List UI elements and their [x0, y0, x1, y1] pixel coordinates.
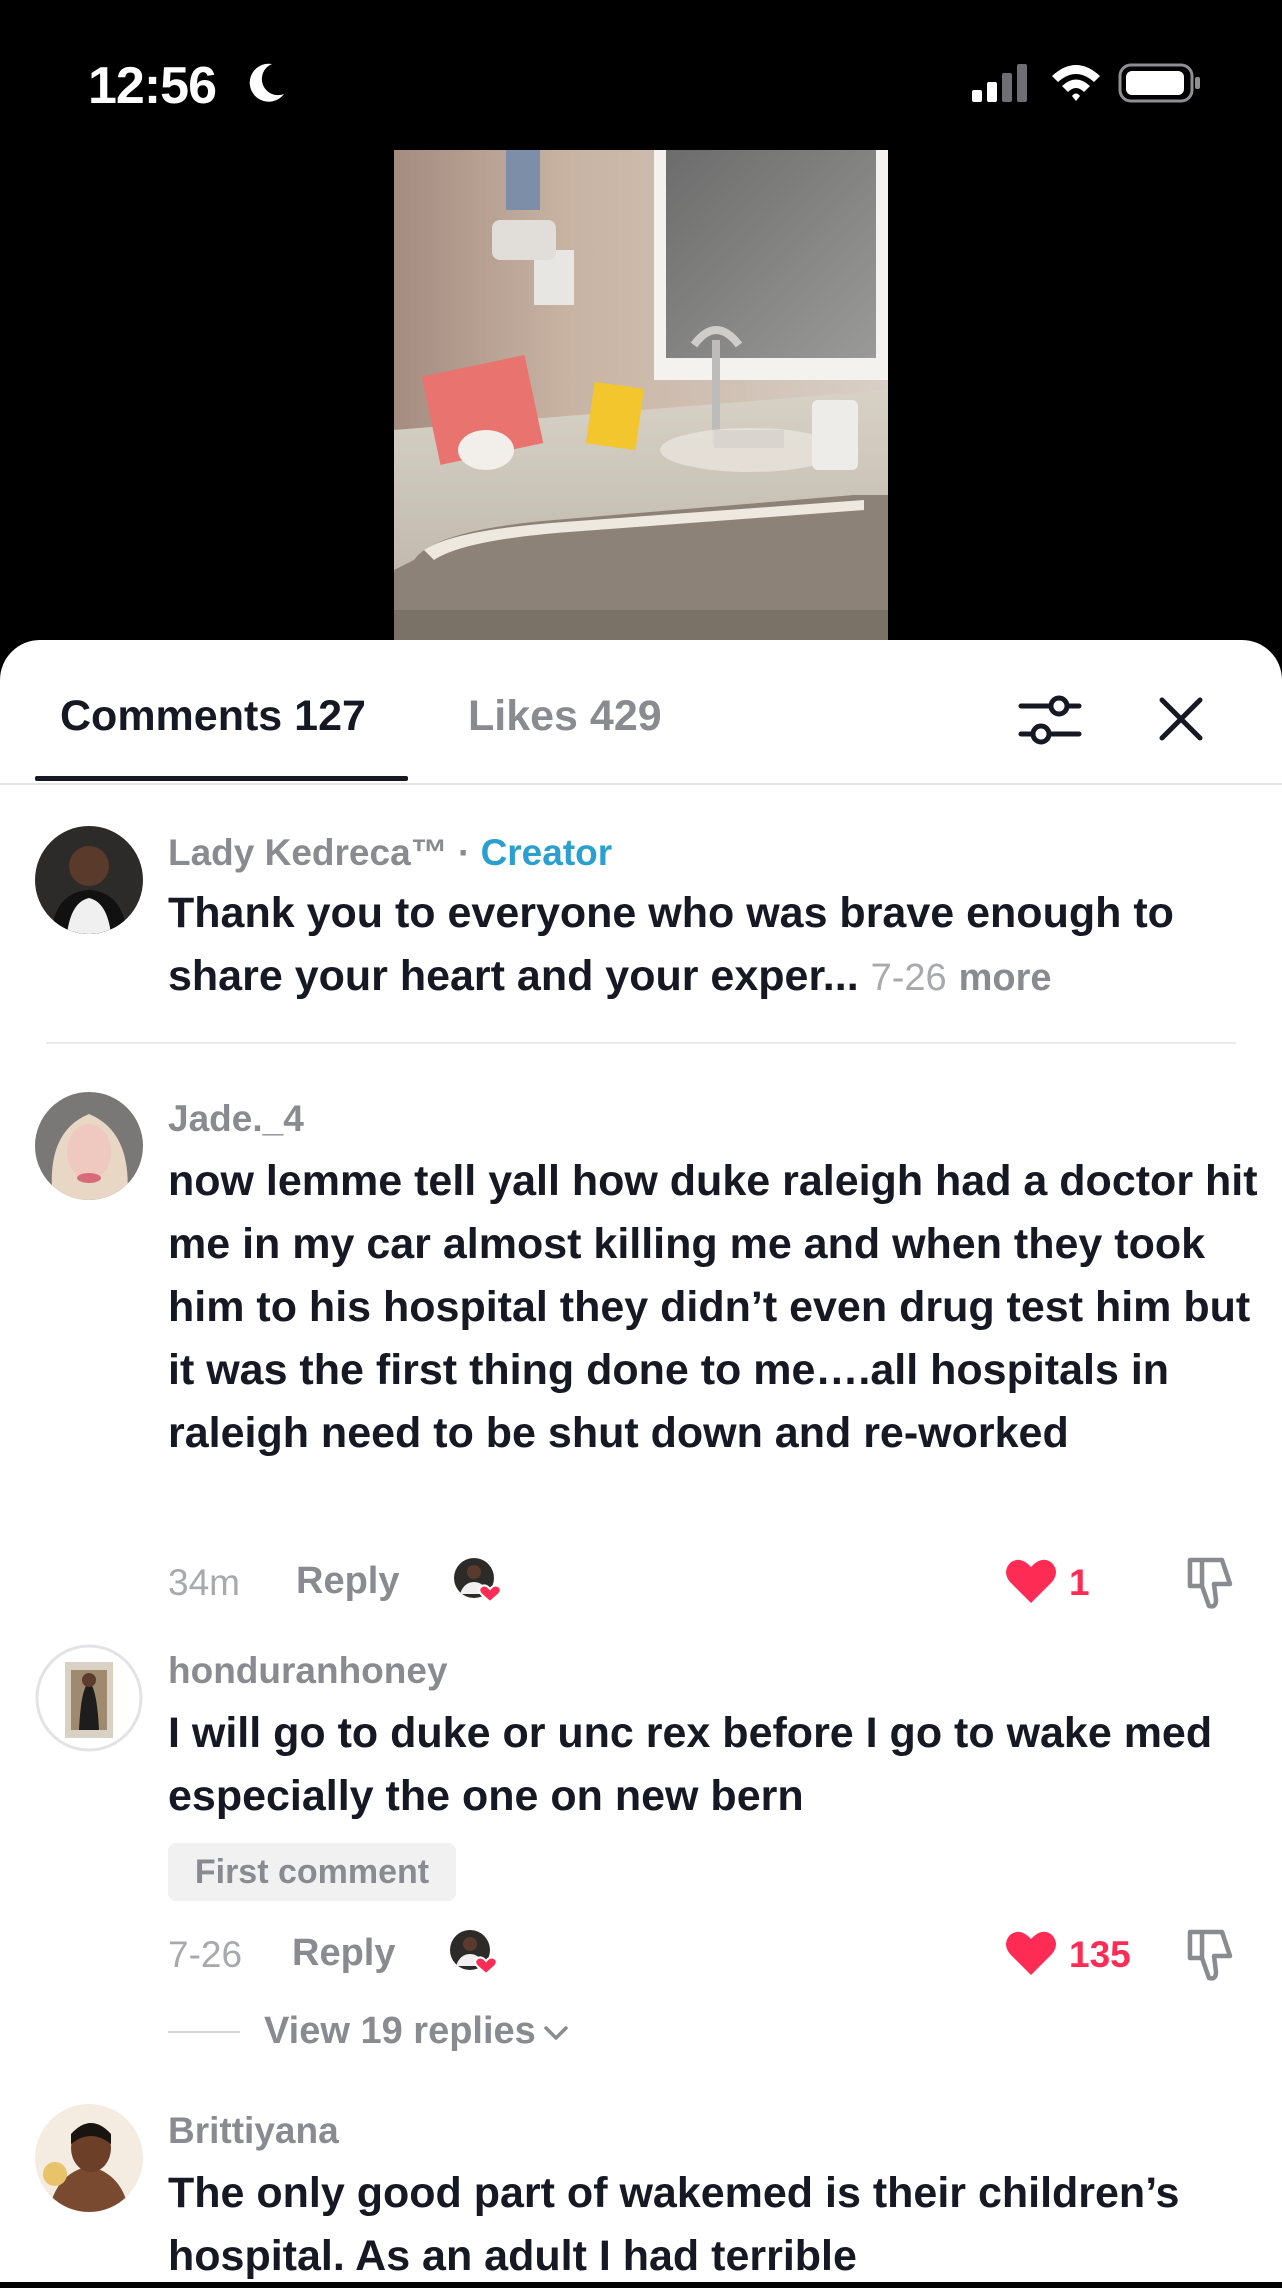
comment-text: now lemme tell yall how duke raleigh had… [168, 1157, 1258, 1457]
avatar[interactable] [35, 1644, 143, 1752]
username-separator: · [447, 832, 481, 873]
comment-date: 7-26 [870, 957, 947, 999]
battery-icon [1118, 63, 1200, 103]
chevron-down-icon [544, 2026, 568, 2040]
video-preview[interactable] [394, 150, 888, 640]
like-count: 135 [1069, 1934, 1131, 1975]
heart-icon[interactable] [1004, 1555, 1058, 1605]
tab-likes[interactable]: Likes 429 [468, 692, 662, 741]
avatar-image [35, 826, 143, 934]
heart-icon[interactable] [1004, 1927, 1058, 1977]
comment-username[interactable]: Brittiyana [168, 2110, 339, 2152]
video-thumbnail-image [394, 150, 888, 640]
comment-time: 7-26 [168, 1934, 243, 1975]
comment-username[interactable]: Lady Kedreca™ · Creator [168, 832, 612, 874]
comment-time: 34m [168, 1562, 240, 1603]
avatar-image [35, 2104, 143, 2212]
active-tab-indicator [35, 776, 408, 781]
comment-username[interactable]: honduranhoney [168, 1650, 448, 1692]
sliders-filter-icon[interactable] [1015, 688, 1085, 752]
avatar-image [35, 1644, 143, 1752]
first-comment-badge: First comment [168, 1843, 456, 1901]
view-replies-label: View 19 replies [264, 2010, 536, 2052]
comment-username[interactable]: Jade._4 [168, 1098, 304, 1140]
moon-icon [249, 63, 284, 102]
comment-text: Thank you to everyone who was brave enou… [168, 882, 1258, 1010]
avatar[interactable] [35, 1092, 143, 1200]
video-area[interactable] [0, 150, 1282, 650]
replies-divider-line [168, 2031, 240, 2033]
creator-liked-icon [450, 1930, 498, 1976]
comment-text: I will go to duke or unc rex before I go… [168, 1709, 1213, 1820]
avatar[interactable] [35, 826, 143, 934]
more-link[interactable]: more [959, 957, 1052, 999]
cellular-signal-icon [972, 64, 1027, 102]
creator-comment-divider [46, 1042, 1236, 1044]
avatar[interactable] [35, 2104, 143, 2212]
reply-button[interactable]: Reply [296, 1560, 399, 1603]
view-replies-button[interactable]: View 19 replies [264, 2010, 570, 2053]
thumbs-down-icon[interactable] [1182, 1926, 1240, 1984]
creator-liked-icon [454, 1558, 502, 1604]
wifi-icon [1052, 65, 1100, 101]
reply-button[interactable]: Reply [292, 1932, 395, 1975]
tabs-divider [0, 783, 1282, 785]
thumbs-down-icon[interactable] [1182, 1554, 1240, 1612]
tab-comments[interactable]: Comments 127 [60, 692, 366, 741]
close-icon[interactable] [1150, 688, 1212, 750]
avatar-image [35, 1092, 143, 1200]
status-bar: 12:56 [0, 0, 1282, 150]
comment-text: The only good part of wakemed is their c… [168, 2169, 1180, 2280]
like-count: 1 [1069, 1562, 1090, 1603]
creator-tag: Creator [480, 832, 613, 873]
username-text[interactable]: Lady Kedreca™ [168, 832, 448, 873]
status-time: 12:56 [88, 57, 217, 115]
